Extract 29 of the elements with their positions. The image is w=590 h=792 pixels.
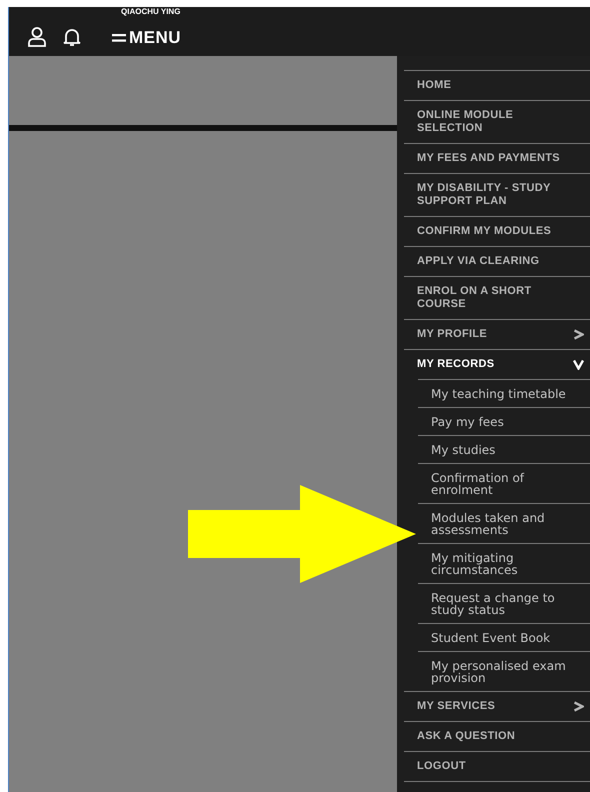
menu-item[interactable]: CONFIRM MY MODULES (404, 217, 590, 246)
submenu-item[interactable]: My studies (418, 436, 590, 463)
menu-item[interactable]: ASK A QUESTION (404, 722, 590, 751)
submenu-item[interactable]: Confirmation of enrolment (418, 464, 590, 503)
menu-item[interactable]: MY SERVICES (404, 692, 590, 721)
chevron-right-icon (573, 329, 584, 340)
chevron-right-icon (573, 701, 584, 712)
submenu-item[interactable]: My mitigating circumstances (418, 544, 590, 583)
bell-icon[interactable] (63, 27, 81, 47)
menu-item[interactable]: ONLINE MODULE SELECTION (404, 101, 590, 143)
menu-item[interactable]: MY DISABILITY - STUDY SUPPORT PLAN (404, 174, 590, 216)
menu-item[interactable]: APPLY VIA CLEARING (404, 247, 590, 276)
user-name: QIAOCHU YING (121, 7, 180, 17)
menu-item[interactable]: ENROL ON A SHORT COURSE (404, 277, 590, 319)
menu-item[interactable]: MY RECORDS (404, 350, 590, 379)
menu-icon (112, 33, 126, 43)
submenu-item[interactable]: Request a change to study status (418, 584, 590, 623)
menu-item[interactable]: HOME (404, 71, 590, 100)
menu-button[interactable]: MENU (112, 29, 182, 47)
user-icon[interactable] (28, 27, 46, 47)
submenu-item[interactable]: Student Event Book (418, 624, 590, 651)
menu-item[interactable]: MY PROFILE (404, 320, 590, 349)
submenu-item[interactable]: Pay my fees (418, 408, 590, 435)
menu-item[interactable]: MY FEES AND PAYMENTS (404, 144, 590, 173)
submenu-item[interactable]: My personalised exam provision (418, 652, 590, 691)
submenu-item[interactable]: My teaching timetable (418, 380, 590, 407)
submenu-item[interactable]: Modules taken and assessments (418, 504, 590, 543)
chevron-down-icon (573, 359, 584, 370)
menu-item[interactable]: LOGOUT (404, 752, 590, 781)
